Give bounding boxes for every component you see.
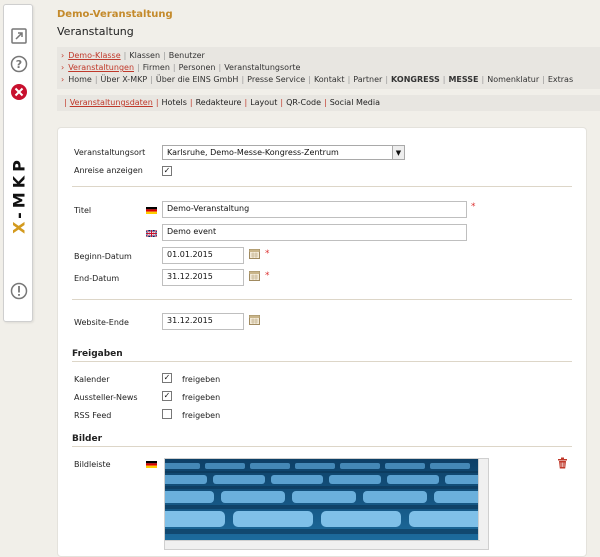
calendar-icon[interactable] xyxy=(249,271,260,281)
release-action: freigeben xyxy=(182,393,221,402)
tab-layout[interactable]: Layout xyxy=(250,98,277,107)
arrival-label: Anreise anzeigen xyxy=(74,166,143,175)
bullet-icon: › xyxy=(61,75,65,84)
divider xyxy=(72,446,572,447)
german-flag-icon xyxy=(146,461,157,468)
tab-qr-code[interactable]: QR-Code xyxy=(286,98,321,107)
navigation: › Demo-Klasse | Klassen | Benutzer › Veranstal… xyxy=(57,47,600,89)
website-end-input[interactable]: 31.12.2015 xyxy=(162,313,244,330)
start-date-label: Beginn-Datum xyxy=(74,252,132,261)
nav-ueber-xmkp[interactable]: Über X-MKP xyxy=(101,75,148,84)
info-icon[interactable] xyxy=(10,282,28,300)
required-marker: * xyxy=(265,271,270,281)
venue-select-value: Karlsruhe, Demo-Messe-Kongress-Zentrum xyxy=(167,148,339,157)
divider xyxy=(72,186,572,187)
uk-flag-icon xyxy=(146,230,157,237)
tab-hotels[interactable]: Hotels xyxy=(162,98,187,107)
divider xyxy=(72,361,572,362)
nav-nomenklatur[interactable]: Nomenklatur xyxy=(487,75,539,84)
brand-text: X-MKP xyxy=(9,156,29,234)
arrival-checkbox[interactable]: ✓ xyxy=(162,166,172,176)
release-action: freigeben xyxy=(182,411,221,420)
nav-partner[interactable]: Partner xyxy=(353,75,382,84)
nav-kontakt[interactable]: Kontakt xyxy=(314,75,345,84)
start-date-input[interactable]: 01.01.2015 xyxy=(162,247,244,264)
title-label: Titel xyxy=(74,206,92,215)
release-label-aussteller-news: Aussteller-News xyxy=(74,393,138,402)
required-marker: * xyxy=(471,202,476,212)
nav-extras[interactable]: Extras xyxy=(548,75,573,84)
tab-social-media[interactable]: Social Media xyxy=(330,98,380,107)
nav-firmen[interactable]: Firmen xyxy=(143,63,170,72)
image-vertical-scrollbar[interactable] xyxy=(478,459,488,549)
venue-label: Veranstaltungsort xyxy=(74,148,146,157)
stadium-seats-image xyxy=(165,459,488,542)
tab-redakteure[interactable]: Redakteure xyxy=(196,98,242,107)
nav-personen[interactable]: Personen xyxy=(179,63,216,72)
release-checkbox-rss-feed[interactable] xyxy=(162,409,172,419)
image-strip-preview[interactable] xyxy=(164,458,489,550)
svg-text:?: ? xyxy=(16,58,22,71)
nav-klassen[interactable]: Klassen xyxy=(129,51,160,60)
release-checkbox-aussteller-news[interactable]: ✓ xyxy=(162,391,172,401)
nav-messe[interactable]: MESSE xyxy=(448,75,478,84)
website-end-label: Website-Ende xyxy=(74,318,129,327)
event-form: Veranstaltungsort Karlsruhe, Demo-Messe-… xyxy=(57,127,587,557)
brand-logo: X-MKP xyxy=(4,145,34,245)
trash-icon[interactable] xyxy=(557,457,568,469)
title-de-input[interactable]: Demo-Veranstaltung xyxy=(162,201,467,218)
releases-section-title: Freigaben xyxy=(72,349,123,359)
release-checkbox-kalender[interactable]: ✓ xyxy=(162,373,172,383)
external-link-icon[interactable] xyxy=(10,27,28,45)
nav-kongress[interactable]: KONGRESS xyxy=(391,75,440,84)
page-subtitle: Veranstaltung xyxy=(57,25,134,38)
divider xyxy=(72,299,572,300)
nav-row-2: › Veranstaltungen | Firmen | Personen | Veranst… xyxy=(61,63,301,72)
tab-veranstaltungsdaten[interactable]: Veranstaltungsdaten xyxy=(70,98,153,107)
nav-home[interactable]: Home xyxy=(68,75,92,84)
nav-row-1: › Demo-Klasse | Klassen | Benutzer xyxy=(61,51,205,60)
calendar-icon[interactable] xyxy=(249,249,260,259)
title-en-input[interactable]: Demo event xyxy=(162,224,467,241)
help-icon[interactable]: ? xyxy=(10,55,28,73)
nav-row-3: › Home | Über X-MKP | Über die EINS GmbH | Pres… xyxy=(61,75,574,84)
left-toolbar: ? X-MKP xyxy=(3,4,33,322)
required-marker: * xyxy=(265,249,270,259)
bullet-icon: › xyxy=(61,63,65,72)
release-label-kalender: Kalender xyxy=(74,375,110,384)
nav-veranstaltungen[interactable]: Veranstaltungen xyxy=(68,63,134,72)
nav-presse-service[interactable]: Presse Service xyxy=(247,75,305,84)
release-label-rss-feed: RSS Feed xyxy=(74,411,112,420)
end-date-label: End-Datum xyxy=(74,274,120,283)
chevron-down-icon[interactable]: ▼ xyxy=(392,146,404,159)
images-section-title: Bilder xyxy=(72,434,103,444)
german-flag-icon xyxy=(146,207,157,214)
nav-benutzer[interactable]: Benutzer xyxy=(169,51,205,60)
bullet-icon: › xyxy=(61,51,65,60)
venue-select[interactable]: Karlsruhe, Demo-Messe-Kongress-Zentrum ▼ xyxy=(162,145,405,160)
nav-demo-klasse[interactable]: Demo-Klasse xyxy=(68,51,120,60)
page-title: Demo-Veranstaltung xyxy=(57,9,173,20)
nav-veranstaltungsorte[interactable]: Veranstaltungsorte xyxy=(224,63,300,72)
end-date-input[interactable]: 31.12.2015 xyxy=(162,269,244,286)
nav-ueber-eins[interactable]: Über die EINS GmbH xyxy=(156,75,239,84)
image-strip-label: Bildleiste xyxy=(74,460,111,469)
release-action: freigeben xyxy=(182,375,221,384)
close-icon[interactable] xyxy=(10,83,28,101)
tab-bar: | Veranstaltungsdaten | Hotels | Redakteure | L… xyxy=(57,95,600,111)
calendar-icon[interactable] xyxy=(249,315,260,325)
